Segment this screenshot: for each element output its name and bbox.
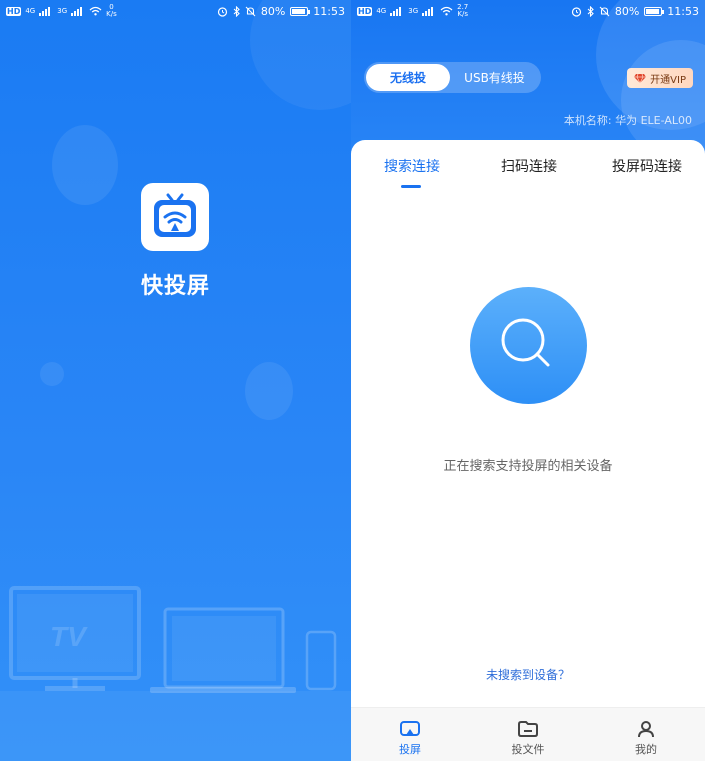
tab-search-connect[interactable]: 搜索连接 (384, 156, 440, 176)
search-icon (470, 287, 587, 404)
decor-bubble (40, 362, 64, 386)
tab-qr-connect[interactable]: 扫码连接 (501, 156, 557, 176)
nav-profile[interactable]: 我的 (587, 708, 705, 761)
bluetooth-icon (587, 5, 594, 17)
mute-icon (599, 6, 610, 16)
signal-icon (39, 6, 53, 16)
status-bar: HD 4G 3G 2.7 K/s 80% 11:53 (351, 0, 705, 22)
nav-label: 投屏 (399, 743, 421, 756)
decor-bubble (245, 362, 293, 420)
nav-files[interactable]: 投文件 (469, 708, 587, 761)
signal-icon (71, 6, 85, 16)
alarm-icon (217, 6, 227, 17)
device-name: 本机名称: 华为 ELE-AL00 (563, 114, 692, 127)
content-card: 搜索连接 扫码连接 投屏码连接 正在搜索支持投屏的相关设备 未搜索到设备？ (351, 140, 705, 761)
clock: 11:53 (667, 4, 699, 18)
vip-label: 开通VIP (650, 74, 686, 86)
splash-screen: HD 4G 3G 0 K/s 80% 11:53 快投屏 TV (0, 0, 351, 761)
battery-icon (290, 6, 311, 16)
speed-unit: K/s (106, 10, 117, 18)
main-screen: HD 4G 3G 2.7 K/s 80% 11:53 无线投 USB有线投 开通V… (351, 0, 705, 761)
hd-badge: HD (357, 6, 373, 16)
connection-tabs: 搜索连接 扫码连接 投屏码连接 (351, 140, 705, 190)
network-speed: 2.7 K/s (457, 4, 468, 18)
tv-label: TV (50, 621, 88, 652)
connection-mode-toggle: 无线投 USB有线投 (364, 62, 541, 93)
tab-indicator (401, 185, 421, 188)
app-name: 快投屏 (140, 274, 210, 299)
battery-percent: 80% (614, 4, 640, 18)
network-speed: 0 K/s (106, 4, 117, 18)
signal-icon (422, 6, 436, 16)
bluetooth-icon (233, 5, 240, 17)
battery-percent: 80% (260, 4, 286, 18)
devices-illustration: TV (0, 586, 351, 761)
decor-bubble (52, 125, 118, 205)
battery-icon (644, 6, 665, 16)
profile-icon (638, 721, 654, 738)
folder-icon (518, 721, 538, 737)
network-type: 3G (57, 7, 68, 15)
usb-mode-button[interactable]: USB有线投 (450, 64, 539, 91)
tab-code-connect[interactable]: 投屏码连接 (612, 156, 682, 176)
hd-badge: HD (6, 6, 22, 16)
wireless-mode-button[interactable]: 无线投 (366, 64, 450, 91)
alarm-icon (571, 6, 581, 17)
bottom-nav: 投屏 投文件 我的 (351, 707, 705, 761)
status-bar: HD 4G 3G 0 K/s 80% 11:53 (0, 0, 351, 22)
diamond-icon (634, 73, 647, 83)
device-not-found-link[interactable]: 未搜索到设备？ (351, 666, 705, 683)
nav-label: 投文件 (511, 743, 545, 756)
nav-cast[interactable]: 投屏 (351, 708, 469, 761)
mute-icon (245, 6, 256, 16)
searching-status: 正在搜索支持投屏的相关设备 (443, 459, 613, 474)
speed-unit: K/s (457, 10, 468, 18)
wifi-icon (89, 6, 102, 16)
network-type: 4G (25, 7, 36, 15)
clock: 11:53 (313, 4, 345, 18)
cast-screen-icon (400, 721, 420, 736)
wifi-icon (440, 6, 453, 16)
vip-button[interactable]: 开通VIP (627, 68, 693, 88)
network-type: 3G (408, 7, 419, 15)
signal-icon (390, 6, 404, 16)
nav-label: 我的 (635, 743, 657, 756)
network-type: 4G (376, 7, 387, 15)
app-logo-icon (141, 183, 209, 251)
